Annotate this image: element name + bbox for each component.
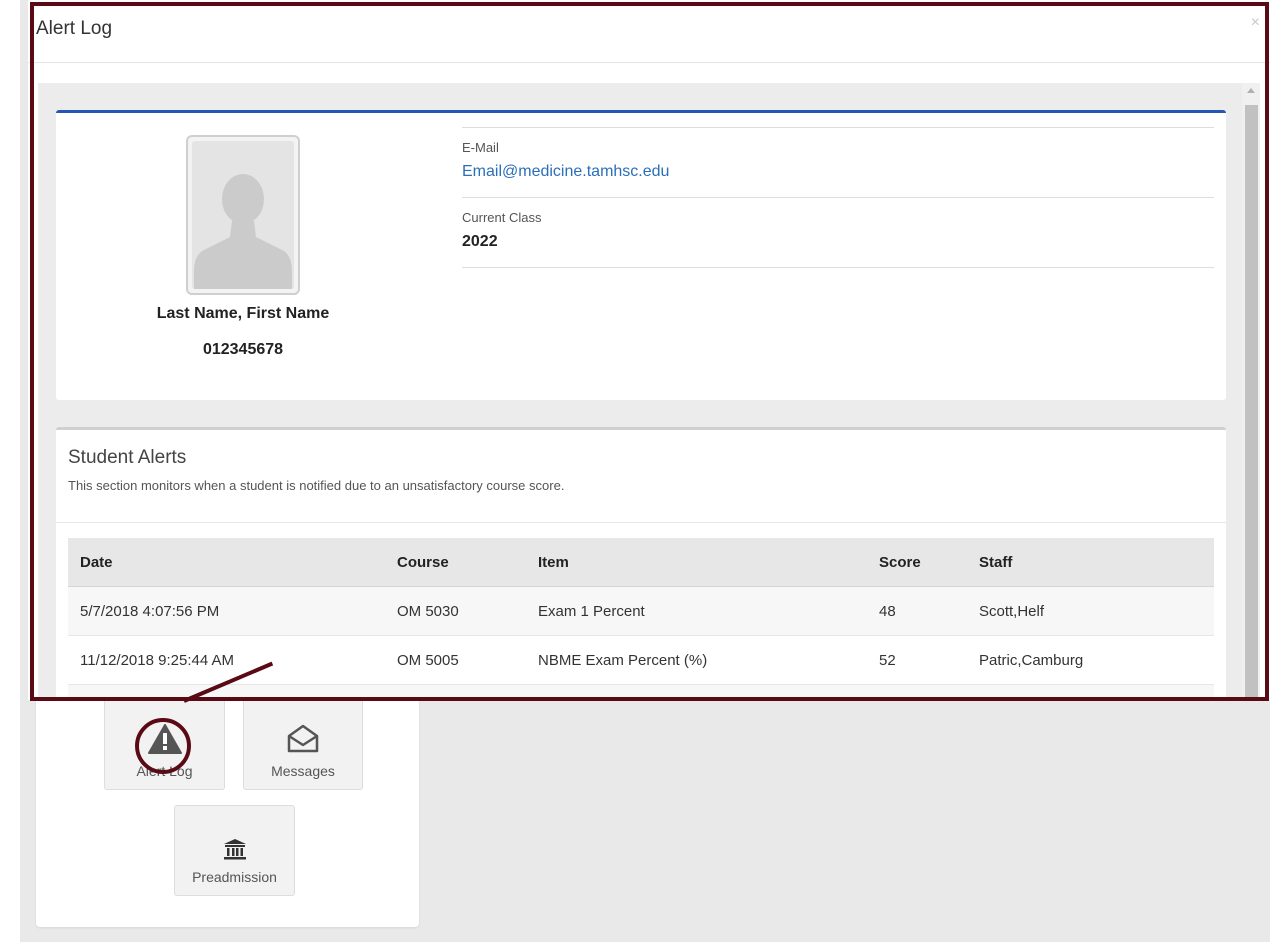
divider	[462, 127, 1214, 128]
preadmission-tile-label: Preadmission	[192, 869, 277, 885]
cell-staff: Patric,Camburg	[979, 651, 1084, 669]
table-row	[68, 685, 1214, 700]
user-silhouette-icon	[192, 141, 294, 289]
divider	[462, 197, 1214, 198]
cell-course: OM 5005	[397, 651, 459, 669]
alerts-description: This section monitors when a student is …	[68, 478, 565, 493]
cell-item: Exam 1 Percent	[538, 602, 645, 620]
column-header-staff[interactable]: Staff	[979, 554, 1214, 571]
cell-item: NBME Exam Percent (%)	[538, 651, 708, 669]
student-name: Last Name, First Name	[156, 305, 330, 322]
table-header: Date Course Item Score Staff	[68, 538, 1214, 587]
column-header-date[interactable]: Date	[68, 554, 397, 571]
envelope-open-icon	[286, 724, 320, 757]
scroll-up-arrow-icon[interactable]	[1247, 88, 1255, 93]
class-label: Current Class	[462, 210, 542, 225]
student-id: 012345678	[202, 341, 284, 358]
student-alerts-card: Student Alerts This section monitors whe…	[56, 427, 1226, 700]
modal-body: Last Name, First Name 012345678 E-Mail E…	[38, 83, 1246, 700]
alerts-title: Student Alerts	[68, 447, 187, 468]
scrollbar-thumb[interactable]	[1245, 105, 1258, 700]
cell-date: 11/12/2018 9:25:44 AM	[80, 651, 235, 669]
contact-info: E-Mail Email@medicine.tamhsc.edu Current…	[462, 127, 1214, 268]
divider	[462, 267, 1214, 268]
class-value: 2022	[462, 233, 498, 250]
cell-score: 48	[879, 602, 896, 620]
modal-title: Alert Log	[36, 18, 113, 39]
column-header-course[interactable]: Course	[397, 554, 538, 571]
table-row[interactable]: 5/7/2018 4:07:56 PM OM 5030 Exam 1 Perce…	[68, 587, 1214, 636]
avatar	[186, 135, 300, 295]
messages-tile-label: Messages	[271, 763, 335, 779]
preadmission-tile[interactable]: Preadmission	[174, 805, 295, 896]
column-header-score[interactable]: Score	[879, 554, 979, 571]
cell-course: OM 5030	[397, 602, 459, 620]
divider	[56, 522, 1226, 523]
cell-date: 5/7/2018 4:07:56 PM	[80, 602, 220, 620]
cell-score: 52	[879, 651, 896, 669]
vertical-scrollbar[interactable]	[1242, 83, 1260, 700]
student-profile-card: Last Name, First Name 012345678 E-Mail E…	[56, 110, 1226, 400]
email-label: E-Mail	[462, 140, 499, 155]
column-header-item[interactable]: Item	[538, 554, 879, 571]
messages-tile[interactable]: Messages	[243, 690, 363, 790]
cell-staff: Scott,Helf	[979, 602, 1045, 620]
email-link[interactable]: Email@medicine.tamhsc.edu	[462, 163, 1214, 181]
modal-header: Alert Log ×	[28, 0, 1270, 63]
callout-circle	[135, 718, 191, 774]
alert-log-modal: Alert Log × Last Name, First Name 012345…	[28, 0, 1270, 700]
institution-icon	[223, 838, 247, 863]
close-icon[interactable]: ×	[1251, 14, 1260, 32]
